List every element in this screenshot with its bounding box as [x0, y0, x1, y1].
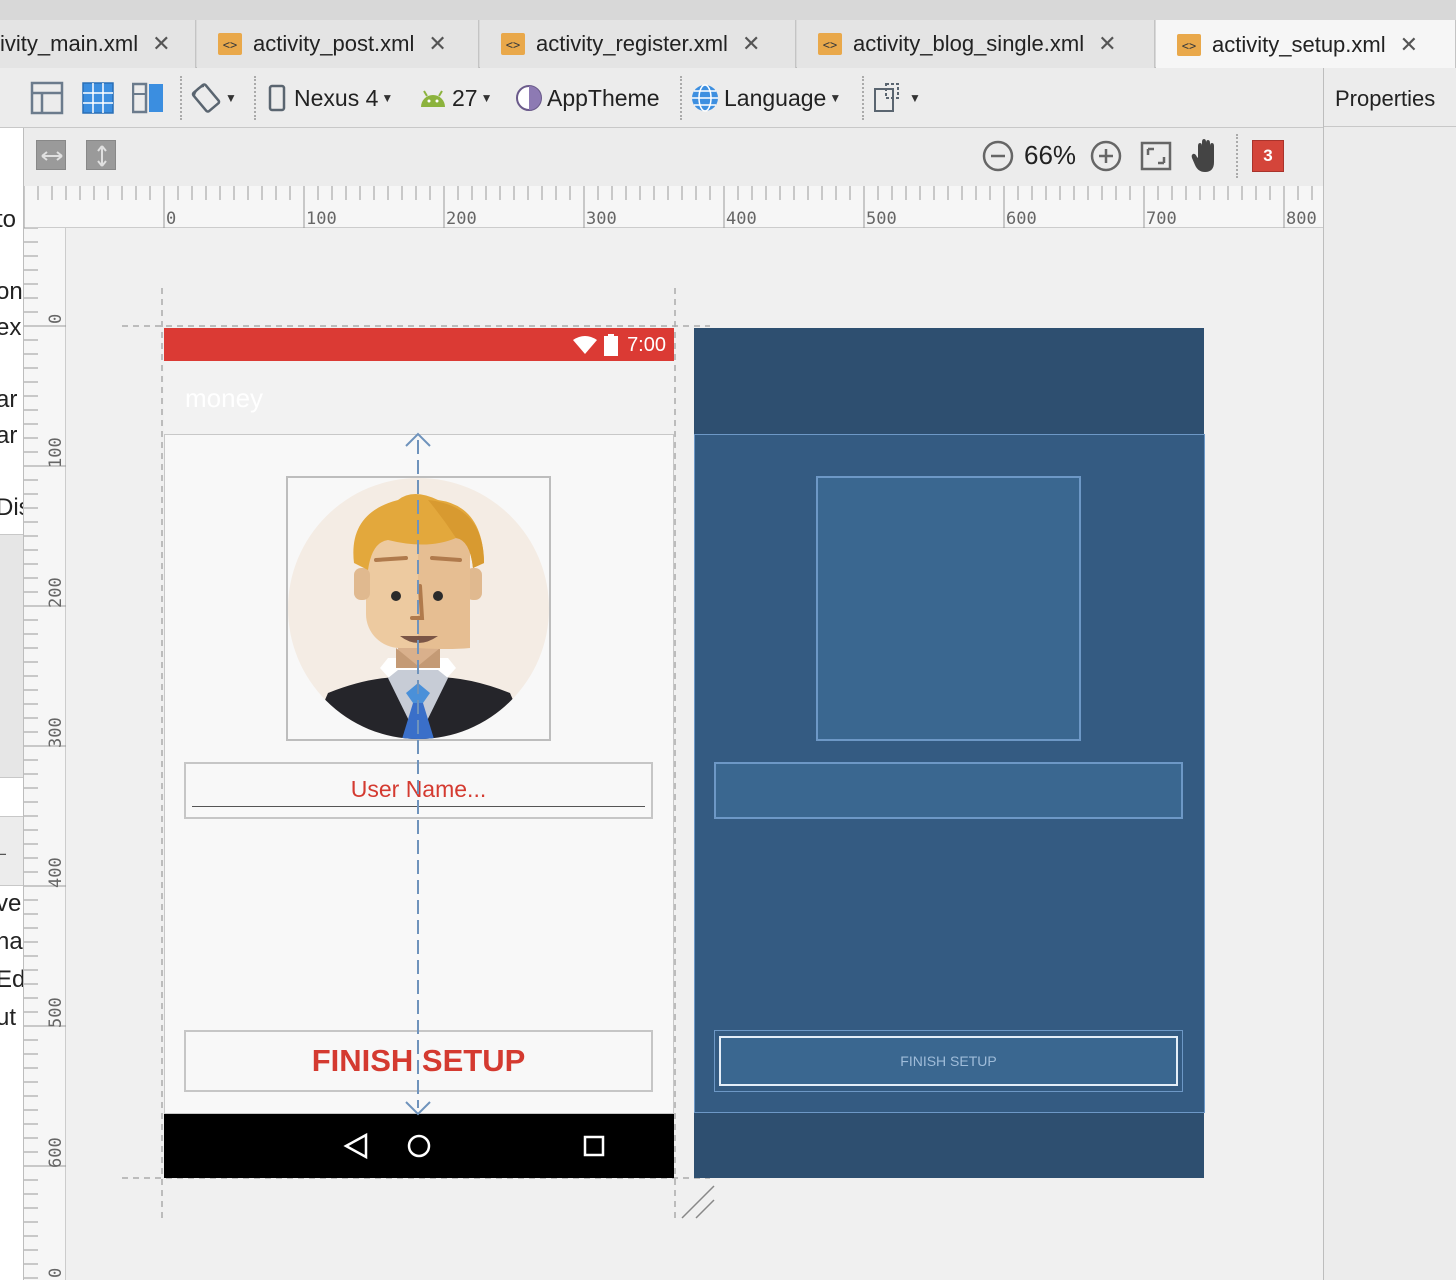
app-title: money	[185, 383, 264, 413]
battery-icon	[604, 334, 618, 356]
recents-icon	[583, 1135, 605, 1157]
blueprint-finish-button[interactable]: FINISH SETUP	[714, 1030, 1183, 1092]
profile-image[interactable]	[286, 476, 551, 741]
username-field[interactable]: User Name...	[184, 762, 653, 819]
resize-handle-icon	[681, 1185, 715, 1219]
finish-setup-button[interactable]: FINISH SETUP	[184, 1030, 653, 1092]
wifi-icon	[573, 336, 597, 354]
avatar-icon	[288, 478, 549, 739]
home-icon	[407, 1134, 431, 1158]
username-value: User Name...	[350, 776, 487, 802]
blueprint-finish-label: FINISH SETUP	[719, 1036, 1178, 1086]
blueprint-username-field[interactable]	[714, 762, 1183, 819]
status-bar: 7:00	[164, 328, 674, 361]
app-toolbar: money	[164, 361, 674, 434]
status-time: 7:00	[627, 334, 666, 356]
back-icon	[343, 1132, 368, 1160]
navigation-bar	[164, 1114, 674, 1178]
blueprint-profile-image[interactable]	[816, 476, 1081, 741]
